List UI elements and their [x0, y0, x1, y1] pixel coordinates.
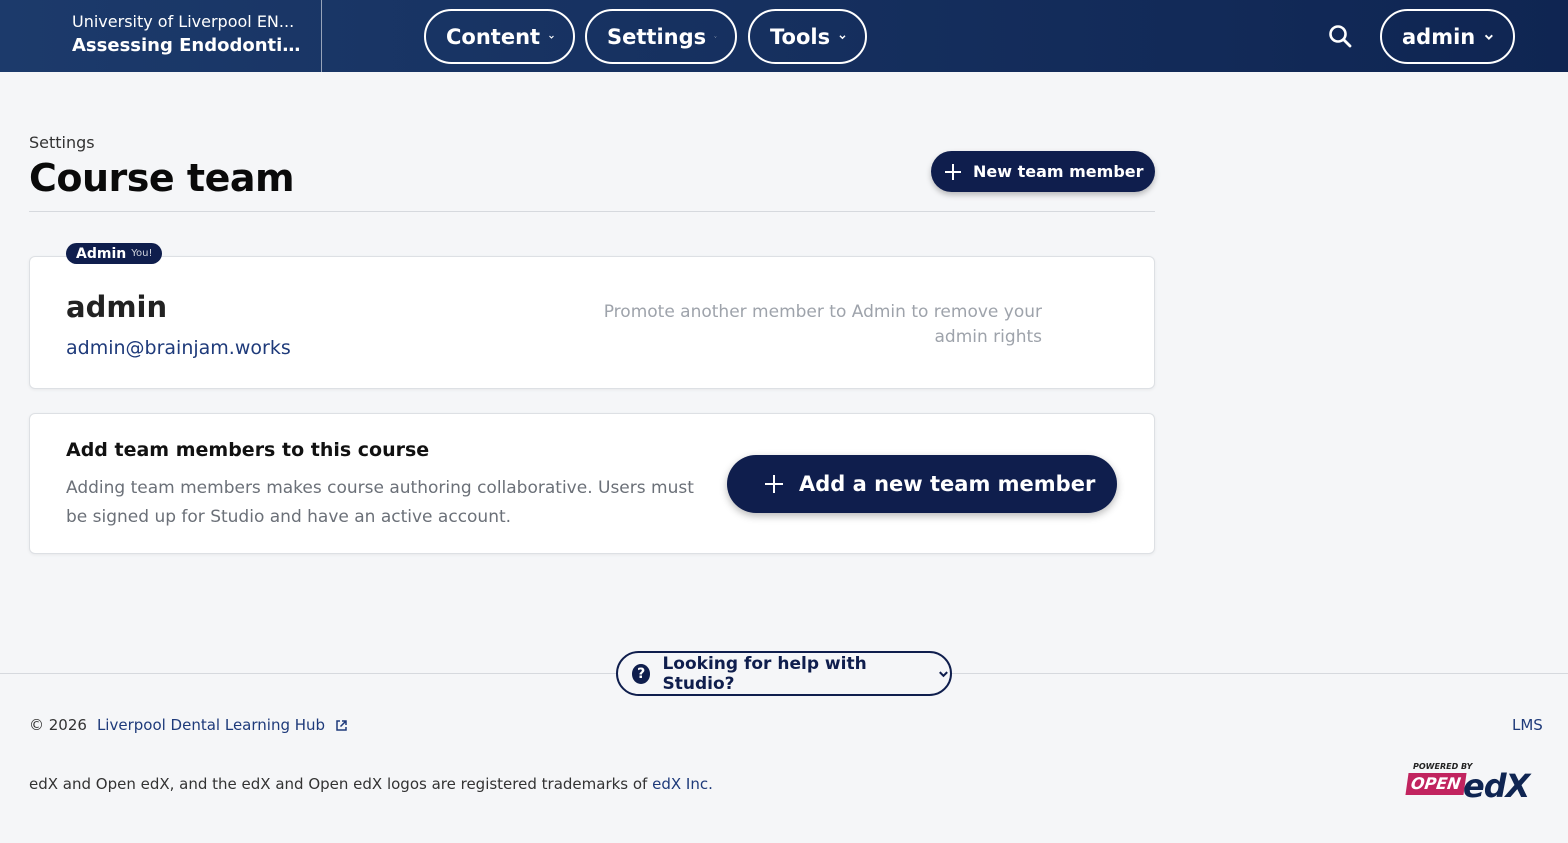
content-menu-button[interactable]: Content — [424, 9, 575, 64]
chevron-down-icon — [839, 34, 846, 39]
breadcrumb: Settings — [29, 133, 95, 152]
settings-menu-label: Settings — [607, 24, 707, 49]
trademark-notice: edX and Open edX, and the edX and Open e… — [29, 775, 713, 793]
content-menu-label: Content — [446, 24, 541, 49]
badge-you-label: You! — [131, 248, 153, 259]
page-title: Course team — [29, 156, 295, 200]
settings-menu-button[interactable]: Settings — [585, 9, 737, 64]
help-question-icon: ? — [632, 663, 651, 684]
user-menu-button[interactable]: admin — [1380, 9, 1515, 64]
user-menu-label: admin — [1402, 24, 1476, 49]
title-divider — [29, 211, 1155, 212]
copyright-text: © 2026 — [29, 716, 87, 734]
add-new-team-member-button[interactable]: Add a new team member — [727, 455, 1117, 513]
course-title-block[interactable]: University of Liverpool EN... Assessing … — [0, 0, 322, 72]
add-new-team-member-label: Add a new team member — [799, 472, 1096, 496]
search-icon[interactable] — [1324, 20, 1358, 54]
admin-role-badge: Admin You! — [66, 243, 163, 264]
add-members-title: Add team members to this course — [66, 439, 430, 461]
new-team-member-button[interactable]: New team member — [931, 151, 1155, 192]
studio-help-label: Looking for help with Studio? — [662, 653, 867, 694]
tools-menu-label: Tools — [770, 24, 831, 49]
logo-open-text: OPEN — [1405, 773, 1467, 795]
learning-hub-link[interactable]: Liverpool Dental Learning Hub — [97, 716, 325, 734]
badge-role-label: Admin — [76, 245, 127, 262]
chevron-down-icon — [939, 670, 948, 677]
powered-by-open-edx-logo[interactable]: POWERED BY OPEN edX — [1405, 762, 1531, 808]
add-members-description: Adding team members makes course authori… — [66, 478, 694, 527]
plus-icon — [765, 475, 783, 493]
chevron-down-icon — [1485, 34, 1494, 40]
top-header: University of Liverpool EN... Assessing … — [0, 0, 1568, 72]
course-name: Assessing Endodonti... — [72, 35, 302, 56]
logo-edx-text: edX — [1463, 767, 1530, 805]
plus-icon — [945, 163, 961, 180]
member-name: admin — [66, 290, 168, 324]
member-email: admin@brainjam.works — [66, 337, 291, 359]
trademark-text: edX and Open edX, and the edX and Open e… — [29, 775, 648, 793]
admin-rights-hint: Promote another member to Admin to remov… — [603, 302, 1042, 347]
new-team-member-label: New team member — [973, 162, 1144, 181]
footer-copyright: © 2026 Liverpool Dental Learning Hub — [29, 716, 348, 734]
studio-help-button[interactable]: ? Looking for help with Studio? — [616, 651, 952, 696]
course-org-name: University of Liverpool EN... — [72, 12, 295, 31]
tools-menu-button[interactable]: Tools — [748, 9, 867, 64]
chevron-down-icon — [714, 35, 717, 38]
edx-inc-link[interactable]: edX Inc. — [652, 775, 713, 793]
external-link-icon — [336, 719, 347, 731]
lms-link[interactable]: LMS — [1512, 716, 1543, 734]
chevron-down-icon — [549, 35, 554, 39]
